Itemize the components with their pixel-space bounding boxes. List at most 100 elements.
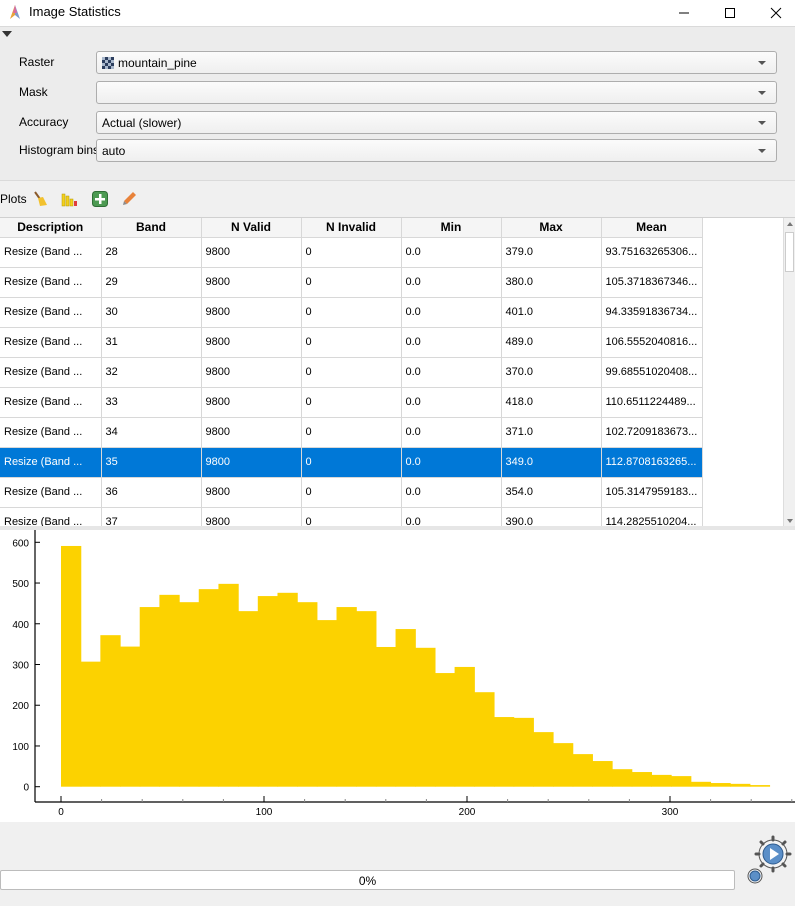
table-cell: 0.0 <box>401 357 502 388</box>
run-gear-play-icon[interactable] <box>745 832 795 888</box>
table-cell: 0 <box>301 507 402 526</box>
x-tick-label: 0 <box>58 807 64 818</box>
table-cell: Resize (Band ... <box>0 417 102 448</box>
bins-combobox[interactable]: auto <box>96 139 777 162</box>
y-tick-label: 600 <box>12 538 29 549</box>
table-cell: 0 <box>301 387 402 418</box>
column-header-band[interactable]: Band <box>101 218 202 238</box>
table-cell: 9800 <box>201 357 302 388</box>
scroll-down-icon[interactable] <box>787 519 793 523</box>
histogram-bar <box>277 592 298 787</box>
column-header-n-invalid[interactable]: N Invalid <box>301 218 402 238</box>
table-cell: 31 <box>101 327 202 358</box>
raster-layer-icon <box>102 57 114 69</box>
table-cell: 0 <box>301 237 402 268</box>
histogram-bar <box>671 776 692 787</box>
bins-row: Histogram bins auto <box>0 139 795 163</box>
table-cell: Resize (Band ... <box>0 267 102 298</box>
mask-row: Mask <box>0 81 795 105</box>
mask-combobox[interactable] <box>96 81 777 104</box>
progress-bar: 0% <box>0 870 735 890</box>
table-cell: 9800 <box>201 507 302 526</box>
column-header-min[interactable]: Min <box>401 218 502 238</box>
table-cell: 371.0 <box>501 417 602 448</box>
table-cell: 0.0 <box>401 507 502 526</box>
histogram-bar <box>454 666 475 787</box>
table-cell: 390.0 <box>501 507 602 526</box>
table-cell: 37 <box>101 507 202 526</box>
title-bar: Image Statistics <box>0 0 795 26</box>
table-row[interactable]: Resize (Band ... 29 9800 0 0.0 380.0 105.37183… <box>0 267 703 298</box>
table-cell: 99.68551020408... <box>601 357 703 388</box>
table-row[interactable]: Resize (Band ... 32 9800 0 0.0 370.0 99.685510… <box>0 357 703 388</box>
statistics-table: Description Band N Valid N Invalid Min Max Mea… <box>0 217 795 526</box>
column-header-n-valid[interactable]: N Valid <box>201 218 302 238</box>
table-cell: 30 <box>101 297 202 328</box>
collapse-triangle-icon[interactable] <box>2 31 12 37</box>
y-tick-label: 100 <box>12 742 29 753</box>
table-row[interactable]: Resize (Band ... 28 9800 0 0.0 379.0 93.751632… <box>0 237 703 268</box>
histogram-bar <box>690 781 712 787</box>
table-cell: 0 <box>301 477 402 508</box>
close-button[interactable] <box>753 0 795 26</box>
maximize-icon <box>725 8 735 18</box>
table-cell: 105.3147959183... <box>601 477 703 508</box>
table-cell: 401.0 <box>501 297 602 328</box>
histogram-bar <box>61 545 82 787</box>
table-cell: 0.0 <box>401 327 502 358</box>
y-tick-label: 300 <box>12 661 29 672</box>
table-cell: 0.0 <box>401 297 502 328</box>
table-row[interactable]: Resize (Band ... 33 9800 0 0.0 418.0 110.65112… <box>0 387 703 418</box>
table-row[interactable]: Resize (Band ... 31 9800 0 0.0 489.0 106.55520… <box>0 327 703 358</box>
column-header-mean[interactable]: Mean <box>601 218 703 238</box>
table-cell: 0.0 <box>401 477 502 508</box>
bins-value: auto <box>102 144 126 158</box>
accuracy-value: Actual (slower) <box>102 116 182 130</box>
progress-label: 0% <box>358 874 377 888</box>
raster-row: Raster mountain_pine <box>0 51 795 75</box>
table-cell: 9800 <box>201 387 302 418</box>
table-cell: 0 <box>301 447 402 478</box>
qgis-logo-icon <box>10 5 20 19</box>
table-cell: 36 <box>101 477 202 508</box>
table-cell: Resize (Band ... <box>0 507 102 526</box>
table-row[interactable]: Resize (Band ... 37 9800 0 0.0 390.0 114.28255… <box>0 507 703 526</box>
histogram-chart-icon[interactable] <box>60 190 78 208</box>
window-title: Image Statistics <box>29 4 121 19</box>
histogram-bar <box>730 783 751 787</box>
accuracy-row: Accuracy Actual (slower) <box>0 111 795 135</box>
y-tick-label: 200 <box>12 701 29 712</box>
histogram-svg: 0 100 200 300 400 500 600 0 100 200 300 <box>12 530 795 818</box>
column-header-description[interactable]: Description <box>0 218 102 238</box>
minimize-button[interactable] <box>661 0 707 26</box>
table-row[interactable]: Resize (Band ... 30 9800 0 0.0 401.0 94.335918… <box>0 297 703 328</box>
scroll-thumb[interactable] <box>785 232 794 272</box>
table-cell: 418.0 <box>501 387 602 418</box>
bottom-bar: 0% <box>0 822 795 906</box>
histogram-bar <box>159 594 180 787</box>
add-plot-plus-icon[interactable] <box>91 190 109 208</box>
accuracy-combobox[interactable]: Actual (slower) <box>96 111 777 134</box>
table-row[interactable]: Resize (Band ... 35 9800 0 0.0 349.0 112.87081… <box>0 447 703 478</box>
table-cell: 9800 <box>201 297 302 328</box>
raster-combobox[interactable]: mountain_pine <box>96 51 777 74</box>
table-cell: 380.0 <box>501 267 602 298</box>
table-cell: 370.0 <box>501 357 602 388</box>
chevron-down-icon <box>758 91 766 95</box>
close-icon <box>770 7 782 19</box>
edit-pencil-icon[interactable] <box>120 190 138 208</box>
histogram-bar <box>513 717 534 787</box>
clear-plots-broom-icon[interactable] <box>32 190 50 208</box>
bins-label: Histogram bins <box>19 143 100 157</box>
table-cell: 93.75163265306... <box>601 237 703 268</box>
histogram-bar <box>552 743 574 787</box>
histogram-bar <box>493 717 515 787</box>
table-vertical-scrollbar[interactable] <box>783 218 795 526</box>
column-header-max[interactable]: Max <box>501 218 602 238</box>
table-row[interactable]: Resize (Band ... 36 9800 0 0.0 354.0 105.31479… <box>0 477 703 508</box>
table-row[interactable]: Resize (Band ... 34 9800 0 0.0 371.0 102.72091… <box>0 417 703 448</box>
histogram-bar <box>218 583 239 787</box>
table-cell: 106.5552040816... <box>601 327 703 358</box>
maximize-button[interactable] <box>707 0 753 26</box>
scroll-up-icon[interactable] <box>787 222 793 226</box>
